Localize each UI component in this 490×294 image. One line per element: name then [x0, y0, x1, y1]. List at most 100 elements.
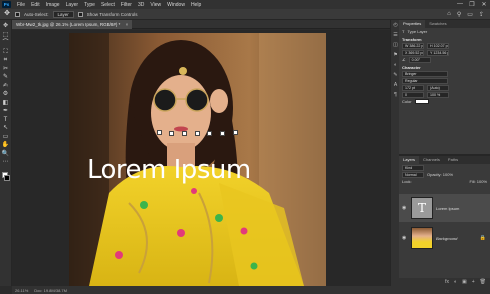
transform-handle[interactable] [220, 131, 225, 136]
lasso-tool-icon[interactable]: ⌒ [1, 39, 11, 48]
move-tool-icon[interactable]: ✥ [1, 22, 11, 31]
y-field[interactable]: Y 1234.56 px [427, 49, 449, 56]
auto-select-dropdown[interactable]: Layer [52, 10, 74, 18]
visibility-eye-icon[interactable]: ◉ [402, 205, 408, 211]
font-size-row: 172 pt (Auto) [399, 84, 490, 91]
transform-angle-row: ∠ 0.00° [399, 56, 490, 63]
color-swatches[interactable] [1, 171, 11, 183]
menu-image[interactable]: Image [43, 2, 63, 8]
close-tab-icon[interactable]: × [126, 22, 129, 27]
menu-edit[interactable]: Edit [28, 2, 43, 8]
layer-name[interactable]: Lorem Ipsum [436, 206, 459, 211]
font-style-dropdown[interactable]: Regular [402, 77, 448, 84]
show-transform-checkbox[interactable] [77, 11, 83, 17]
layer-name[interactable]: Background [436, 236, 457, 241]
clone-stamp-tool-icon[interactable]: ✍ [1, 82, 11, 91]
lorem-ipsum-text-layer[interactable]: Lorem Ipsum [87, 155, 326, 185]
properties-tabs: Properties Swatches [399, 20, 490, 28]
opacity-label[interactable]: Opacity: 100% [427, 172, 453, 177]
menu-layer[interactable]: Layer [63, 2, 82, 8]
document-info: Doc: 19.8M/38.7M [34, 287, 67, 293]
width-field[interactable]: W 386.22 px [402, 42, 424, 49]
transform-handle[interactable] [195, 131, 200, 136]
crop-tool-icon[interactable]: ⌗ [1, 56, 11, 65]
slice-tool-icon[interactable]: ✂ [1, 65, 11, 74]
tab-channels[interactable]: Channels [419, 156, 444, 164]
height-field[interactable]: H 102.07 px [427, 42, 449, 49]
transform-handle[interactable] [207, 131, 212, 136]
leading-field[interactable]: (Auto) [427, 84, 449, 91]
delete-layer-icon[interactable]: 🗑 [480, 279, 486, 285]
transform-handle[interactable] [182, 131, 187, 136]
document-canvas[interactable]: Lorem Ipsum [69, 33, 326, 286]
scale-field[interactable]: 100 % [427, 91, 449, 98]
photoshop-logo: Ps [2, 1, 11, 8]
character-section-title[interactable]: Character [399, 63, 490, 70]
share-icon[interactable]: ⇪ [479, 11, 484, 18]
menu-file[interactable]: File [14, 2, 28, 8]
canvas-area[interactable]: Lorem Ipsum [12, 30, 390, 286]
transform-handle[interactable] [233, 130, 238, 135]
blend-row: Normal Opacity: 100% [399, 171, 490, 178]
move-tool-icon[interactable]: ✥ [3, 10, 11, 18]
transform-xy-row: X 369.52 px Y 1234.56 px [399, 49, 490, 56]
menu-type[interactable]: Type [81, 2, 98, 8]
maximize-button[interactable]: ❐ [466, 1, 478, 8]
group-icon[interactable]: ▣ [462, 279, 467, 285]
layers-tabs: Layers Channels Paths [399, 156, 490, 164]
workspace-icon[interactable]: ▭ [467, 11, 473, 18]
visibility-eye-icon[interactable]: ◉ [402, 235, 408, 241]
menu-view[interactable]: View [147, 2, 164, 8]
layer-kind-filter[interactable]: Kind [402, 164, 424, 171]
menu-filter[interactable]: Filter [118, 2, 135, 8]
auto-select-checkbox[interactable] [15, 11, 20, 17]
text-color-swatch[interactable] [414, 99, 429, 104]
menu-window[interactable]: Window [164, 2, 188, 8]
fx-icon[interactable]: fx [445, 279, 449, 285]
adjustment-layer-icon[interactable]: ◐ [454, 279, 457, 285]
more-tools-icon[interactable]: ⋯ [1, 158, 11, 167]
x-field[interactable]: X 369.52 px [402, 49, 424, 56]
transform-handle[interactable] [157, 130, 162, 135]
home-icon[interactable]: ⌂ [447, 11, 451, 18]
layer-row-background[interactable]: ◉ Background 🔒 [399, 224, 490, 252]
quick-select-tool-icon[interactable]: ⛶ [1, 48, 11, 57]
tab-paths[interactable]: Paths [444, 156, 462, 164]
photoshop-window: Ps File Edit Image Layer Type Select Fil… [0, 0, 490, 294]
tracking-field[interactable]: 0 [402, 91, 424, 98]
hand-tool-icon[interactable]: ✋ [1, 141, 11, 150]
pen-tool-icon[interactable]: ✒ [1, 107, 11, 116]
document-tab[interactable]: Wbr-Mw2_tk.jpg @ 26.1% (Lorem Ipsum, RGB… [12, 19, 133, 29]
new-layer-icon[interactable]: + [472, 279, 475, 285]
path-select-tool-icon[interactable]: ↖ [1, 124, 11, 133]
minimize-button[interactable]: — [454, 1, 466, 8]
shape-tool-icon[interactable]: ▭ [1, 133, 11, 142]
menu-select[interactable]: Select [98, 2, 118, 8]
background-color[interactable] [3, 174, 10, 181]
font-family-dropdown[interactable]: Bringer [402, 70, 448, 77]
menu-help[interactable]: Help [188, 2, 204, 8]
type-tool-icon[interactable]: T [1, 116, 11, 125]
fill-label[interactable]: Fill: 100% [469, 179, 487, 184]
layer-row-text[interactable]: ◉ T Lorem Ipsum [399, 194, 490, 222]
angle-field[interactable]: 0.00° [408, 56, 431, 63]
transform-section-title[interactable]: Transform [399, 35, 490, 42]
tab-layers[interactable]: Layers [399, 156, 420, 164]
tab-properties[interactable]: Properties [399, 20, 426, 28]
marquee-tool-icon[interactable]: ⬚ [1, 31, 11, 40]
right-panels: Properties Swatches T Type Layer Transfo… [399, 20, 490, 286]
zoom-tool-icon[interactable]: 🔍 [1, 150, 11, 159]
history-brush-tool-icon[interactable]: ⚙ [1, 90, 11, 99]
gradient-tool-icon[interactable]: ◧ [1, 99, 11, 108]
zoom-level[interactable]: 26.11% [15, 288, 28, 293]
brush-tool-icon[interactable]: ✎ [1, 73, 11, 82]
close-button[interactable]: ✕ [478, 1, 490, 8]
transform-handle[interactable] [169, 131, 174, 136]
tools-panel: ✥ ⬚ ⌒ ⛶ ⌗ ✂ ✎ ✍ ⚙ ◧ ✒ T ↖ ▭ ✋ 🔍 ⋯ [0, 20, 12, 286]
tab-swatches[interactable]: Swatches [425, 20, 450, 28]
blend-mode-dropdown[interactable]: Normal [402, 171, 424, 178]
auto-select-label: Auto-Select: [24, 11, 49, 17]
font-size-field[interactable]: 172 pt [402, 84, 424, 91]
search-icon[interactable]: ⚲ [457, 11, 461, 18]
menu-3d[interactable]: 3D [135, 2, 147, 8]
